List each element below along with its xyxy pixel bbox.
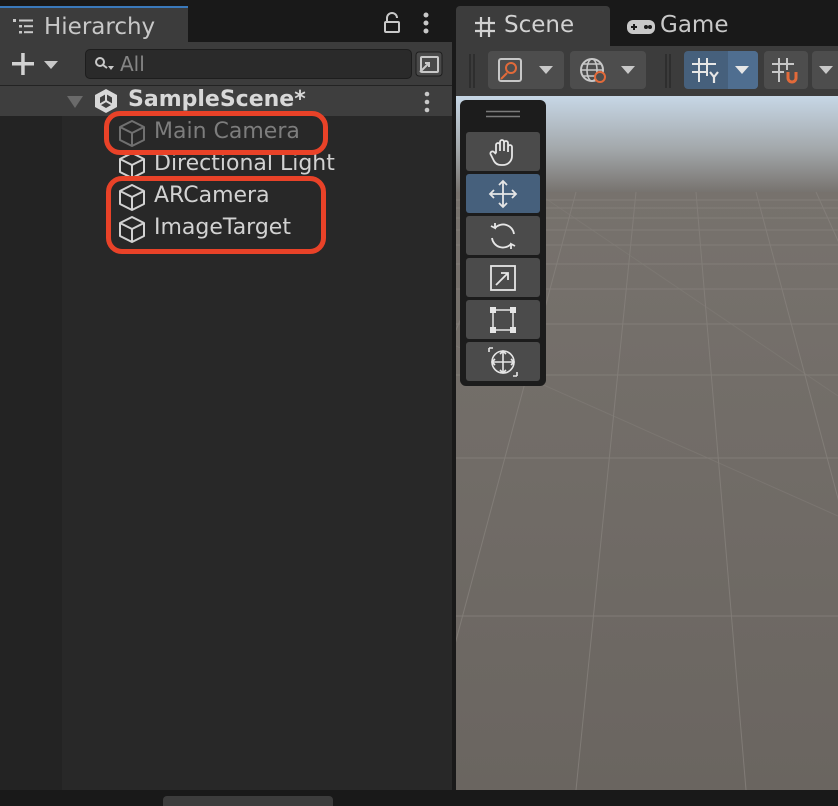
- bottom-tab[interactable]: [163, 796, 333, 806]
- tab-hierarchy[interactable]: Hierarchy: [0, 6, 188, 42]
- bottom-tab-bar: [0, 790, 838, 806]
- transform-icon: [488, 347, 518, 377]
- draw-mode-icon: [498, 58, 522, 82]
- rect-transform-icon: [490, 307, 516, 333]
- search-input[interactable]: [120, 50, 400, 78]
- draw-mode-dropdown[interactable]: [488, 51, 564, 89]
- grid-magnet-icon: [772, 58, 798, 84]
- chevron-down-icon: [44, 61, 58, 69]
- scene-tab-bar: Scene Game: [456, 0, 838, 46]
- snap-settings-button[interactable]: [764, 51, 808, 89]
- scene-kebab-menu-icon[interactable]: [420, 90, 434, 114]
- grid-hash-icon: [475, 17, 495, 37]
- tree-indent-gutter: [0, 116, 62, 790]
- lock-icon[interactable]: [382, 12, 402, 34]
- chevron-down-icon: [735, 66, 749, 74]
- rotate-tool-button[interactable]: [466, 216, 540, 255]
- overlay-drag-handle-icon[interactable]: [486, 110, 520, 118]
- create-dropdown-button[interactable]: [8, 50, 62, 78]
- tools-overlay: [460, 100, 546, 386]
- move-arrows-icon: [488, 179, 518, 209]
- hand-tool-button[interactable]: [466, 132, 540, 171]
- list-icon: [13, 19, 33, 34]
- toolbar-grip-icon[interactable]: [468, 54, 476, 88]
- scene-name: SampleScene*: [128, 87, 306, 112]
- tab-scene[interactable]: Scene: [456, 6, 610, 46]
- search-icon: [95, 57, 114, 70]
- chevron-down-icon: [819, 66, 833, 74]
- expand-search-icon[interactable]: [414, 50, 444, 78]
- tab-scene-label: Scene: [504, 12, 575, 38]
- scale-icon: [490, 265, 516, 291]
- grid-y-icon: [692, 58, 719, 83]
- grid-snapping-toggle[interactable]: [684, 51, 758, 89]
- foldout-arrow-icon[interactable]: [66, 95, 84, 109]
- scene-toolbar: [456, 46, 838, 96]
- scale-tool-button[interactable]: [466, 258, 540, 297]
- scene-visibility-dropdown[interactable]: [570, 51, 646, 89]
- highlight-annotation: [106, 176, 326, 254]
- chevron-down-icon: [539, 66, 553, 74]
- transform-tool-button[interactable]: [466, 342, 540, 381]
- scene-view-panel: Scene Game: [456, 0, 838, 790]
- hierarchy-panel: Hierarchy All SampleScene* Main Camera D…: [0, 0, 452, 790]
- tab-game-label: Game: [660, 12, 729, 38]
- chevron-down-icon: [621, 66, 635, 74]
- toolbar-grip-icon[interactable]: [664, 54, 672, 88]
- hierarchy-title: Hierarchy: [44, 14, 156, 40]
- plus-icon: [12, 53, 34, 75]
- hierarchy-tree: SampleScene* Main Camera Directional Lig…: [0, 86, 452, 790]
- rect-tool-button[interactable]: [466, 300, 540, 339]
- gamepad-icon: [627, 20, 655, 34]
- hierarchy-tab-bar: Hierarchy: [0, 0, 452, 42]
- move-tool-button[interactable]: [466, 174, 540, 213]
- highlight-annotation: [104, 111, 328, 155]
- globe-icon: [580, 58, 606, 83]
- hierarchy-toolbar: [0, 42, 452, 86]
- kebab-menu-icon[interactable]: [419, 12, 433, 36]
- hand-icon: [489, 139, 513, 166]
- search-field[interactable]: [85, 49, 412, 79]
- more-options-dropdown[interactable]: [812, 51, 838, 89]
- rotate-icon: [490, 223, 516, 249]
